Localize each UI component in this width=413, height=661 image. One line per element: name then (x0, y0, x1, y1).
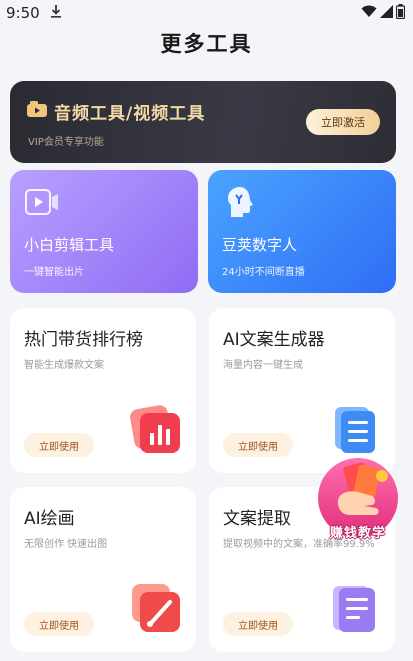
banner-subtitle: VIP会员专享功能 (28, 137, 104, 148)
tool-card-ranking[interactable]: 热门带货排行榜 智能生成爆款文案 立即使用 (10, 308, 196, 473)
activate-button[interactable]: 立即激活 (306, 109, 380, 135)
use-now-button[interactable]: 立即使用 (24, 612, 94, 636)
digital-human-title: 豆荚数字人 (222, 236, 298, 254)
vip-banner[interactable]: 音频工具/视频工具 VIP会员专享功能 立即激活 (10, 81, 396, 163)
use-now-button[interactable]: 立即使用 (223, 612, 293, 636)
text-document-icon (329, 582, 381, 634)
editing-tool-subtitle: 一键智能出片 (24, 267, 84, 278)
bar-chart-icon (130, 403, 182, 455)
battery-icon (395, 3, 406, 23)
use-now-button[interactable]: 立即使用 (223, 433, 293, 457)
digital-human-card[interactable]: 豆荚数字人 24小时不间断直播 (208, 170, 396, 293)
tool-card-ai-painting[interactable]: AI绘画 无限创作 快速出图 立即使用 (10, 487, 196, 652)
status-time: 9:50 (6, 4, 40, 22)
download-icon (50, 4, 62, 22)
video-camera-icon (26, 100, 48, 123)
banner-title: 音频工具/视频工具 (54, 104, 206, 124)
tool-title: 文案提取 (223, 509, 291, 529)
digital-human-subtitle: 24小时不间断直播 (222, 267, 305, 278)
video-play-icon (24, 184, 60, 220)
digital-human-icon (222, 184, 258, 220)
earn-money-tutorial-badge[interactable]: 赚钱教学 (316, 456, 400, 546)
editing-tool-title: 小白剪辑工具 (24, 236, 115, 254)
tool-title: 热门带货排行榜 (24, 330, 143, 350)
status-bar: 9:50 (0, 0, 413, 26)
tool-subtitle: 海量内容一键生成 (223, 360, 303, 371)
page-title: 更多工具 (160, 32, 253, 56)
tool-card-ai-copywriting[interactable]: AI文案生成器 海量内容一键生成 立即使用 (209, 308, 395, 473)
paint-brush-icon (130, 582, 182, 634)
wifi-icon (361, 4, 377, 22)
use-now-button[interactable]: 立即使用 (24, 433, 94, 457)
tool-subtitle: 无限创作 快速出图 (24, 539, 108, 550)
tool-subtitle: 智能生成爆款文案 (24, 360, 104, 371)
signal-icon (380, 4, 393, 22)
editing-tool-card[interactable]: 小白剪辑工具 一键智能出片 (10, 170, 198, 293)
tool-title: AI文案生成器 (223, 330, 325, 350)
banner-title-row: 音频工具/视频工具 (26, 99, 205, 124)
document-lines-icon (329, 403, 381, 455)
tool-title: AI绘画 (24, 509, 75, 529)
badge-label: 赚钱教学 (329, 526, 386, 541)
